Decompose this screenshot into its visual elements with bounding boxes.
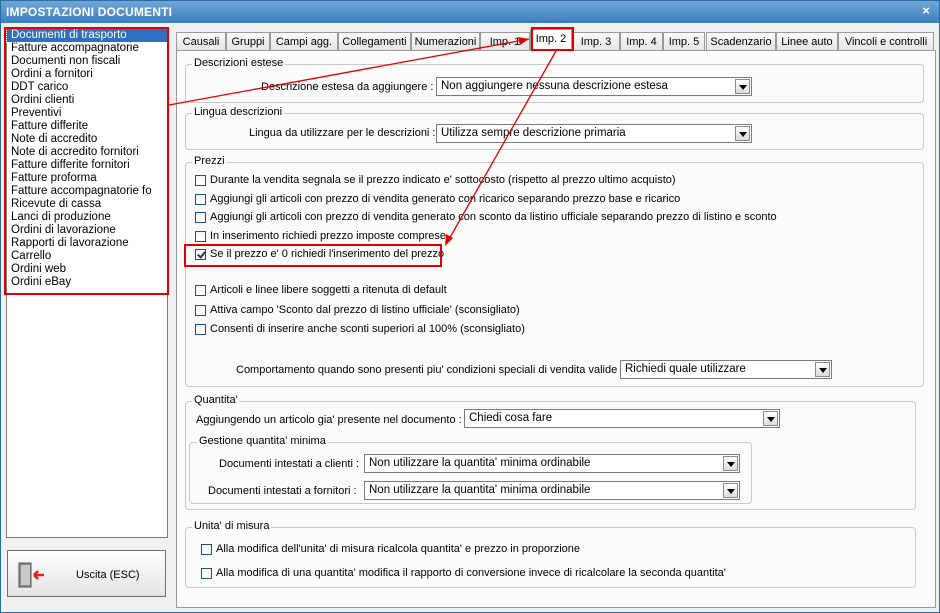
group-label-prezzi: Prezzi	[192, 155, 227, 167]
tab-vincoli-e-controlli[interactable]: Vincoli e controlli	[838, 32, 934, 50]
clienti-value: Non utilizzare la quantita' minima ordin…	[369, 457, 591, 469]
fornitori-value: Non utilizzare la quantita' minima ordin…	[369, 484, 591, 496]
tab-imp-1[interactable]: Imp. 1	[480, 32, 530, 50]
checkbox-box[interactable]	[195, 175, 206, 186]
checkbox-box[interactable]	[201, 544, 212, 555]
descrizione-estesa-value: Non aggiungere nessuna descrizione estes…	[441, 80, 668, 92]
condizioni-speciali-value: Richiedi quale utilizzare	[625, 363, 746, 375]
chevron-down-icon[interactable]	[763, 411, 778, 426]
chevron-down-icon[interactable]	[723, 483, 738, 498]
chevron-down-icon[interactable]	[815, 362, 830, 377]
tab-campi-agg[interactable]: Campi agg.	[270, 32, 338, 50]
settings-window: IMPOSTAZIONI DOCUMENTI × Documenti di tr…	[0, 0, 940, 613]
checkbox-box[interactable]	[195, 285, 206, 296]
checkbox-label: Attiva campo 'Sconto dal prezzo di listi…	[210, 304, 520, 316]
group-label-quantita: Quantita'	[192, 394, 240, 406]
tab-highlight-box	[531, 27, 574, 51]
tab-imp-4[interactable]: Imp. 4	[620, 32, 663, 50]
group-label-quantita-minima: Gestione quantita' minima	[197, 435, 328, 447]
lingua-label: Lingua da utilizzare per le descrizioni …	[249, 127, 436, 139]
checkbox-label: Alla modifica di una quantita' modifica …	[216, 567, 726, 579]
checkbox-box[interactable]	[195, 324, 206, 335]
group-label-descrizioni: Descrizioni estese	[192, 57, 286, 69]
articolo-presente-dropdown[interactable]: Chiedi cosa fare	[464, 409, 780, 428]
checkbox-label: Aggiungi gli articoli con prezzo di vend…	[210, 211, 777, 223]
clienti-dropdown[interactable]: Non utilizzare la quantita' minima ordin…	[364, 454, 740, 473]
checkbox-box[interactable]	[195, 231, 206, 242]
tab-imp-5[interactable]: Imp. 5	[663, 32, 705, 50]
descrizione-estesa-dropdown[interactable]: Non aggiungere nessuna descrizione estes…	[436, 77, 752, 96]
close-icon[interactable]: ×	[919, 4, 933, 18]
tab-panel-imp2: Descrizioni estese Descrizione estesa da…	[176, 50, 936, 608]
exit-button[interactable]: Uscita (ESC)	[7, 550, 166, 597]
checkbox-label: Consenti di inserire anche sconti superi…	[210, 323, 525, 335]
checkbox-box[interactable]	[201, 568, 212, 579]
exit-door-icon	[16, 561, 46, 592]
checkbox-label: Durante la vendita segnala se il prezzo …	[210, 174, 676, 186]
group-label-lingua: Lingua descrizioni	[192, 106, 285, 118]
tab-numerazioni[interactable]: Numerazioni	[411, 32, 480, 50]
tab-scadenzario[interactable]: Scadenzario	[706, 32, 776, 50]
checkbox-box[interactable]	[195, 194, 206, 205]
fornitori-dropdown[interactable]: Non utilizzare la quantita' minima ordin…	[364, 481, 740, 500]
lingua-dropdown[interactable]: Utilizza sempre descrizione primaria	[436, 124, 752, 143]
window-title: IMPOSTAZIONI DOCUMENTI	[6, 5, 173, 19]
tab-causali[interactable]: Causali	[176, 32, 226, 50]
checkbox-box[interactable]	[195, 212, 206, 223]
chevron-down-icon[interactable]	[735, 126, 750, 141]
checkbox-label: In inserimento richiedi prezzo imposte c…	[210, 230, 446, 242]
articolo-presente-value: Chiedi cosa fare	[469, 412, 553, 424]
descrizione-estesa-label: Descrizione estesa da aggiungere :	[261, 81, 434, 93]
checkbox-highlight-box	[184, 244, 442, 267]
clienti-label: Documenti intestati a clienti :	[219, 458, 360, 470]
checkbox-box[interactable]	[195, 305, 206, 316]
tab-collegamenti[interactable]: Collegamenti	[338, 32, 411, 50]
exit-button-label: Uscita (ESC)	[76, 569, 140, 581]
tab-linee-auto[interactable]: Linee auto	[776, 32, 838, 50]
checkbox-label: Alla modifica dell'unita' di misura rica…	[216, 543, 580, 555]
chevron-down-icon[interactable]	[723, 456, 738, 471]
list-highlight-box	[4, 27, 169, 295]
articolo-presente-label: Aggiungendo un articolo gia' presente ne…	[196, 414, 462, 426]
checkbox-label: Aggiungi gli articoli con prezzo di vend…	[210, 193, 681, 205]
chevron-down-icon[interactable]	[735, 79, 750, 94]
checkbox-label: Articoli e linee libere soggetti a riten…	[210, 284, 447, 296]
fornitori-label: Documenti intestati a fornitori :	[208, 485, 357, 497]
lingua-value: Utilizza sempre descrizione primaria	[441, 127, 626, 139]
title-bar: IMPOSTAZIONI DOCUMENTI ×	[1, 1, 939, 23]
tab-gruppi[interactable]: Gruppi	[226, 32, 270, 50]
condizioni-speciali-label: Comportamento quando sono presenti piu' …	[236, 364, 624, 376]
group-label-unita: Unita' di misura	[192, 520, 272, 532]
tab-imp-3[interactable]: Imp. 3	[572, 32, 620, 50]
condizioni-speciali-dropdown[interactable]: Richiedi quale utilizzare	[620, 360, 832, 379]
